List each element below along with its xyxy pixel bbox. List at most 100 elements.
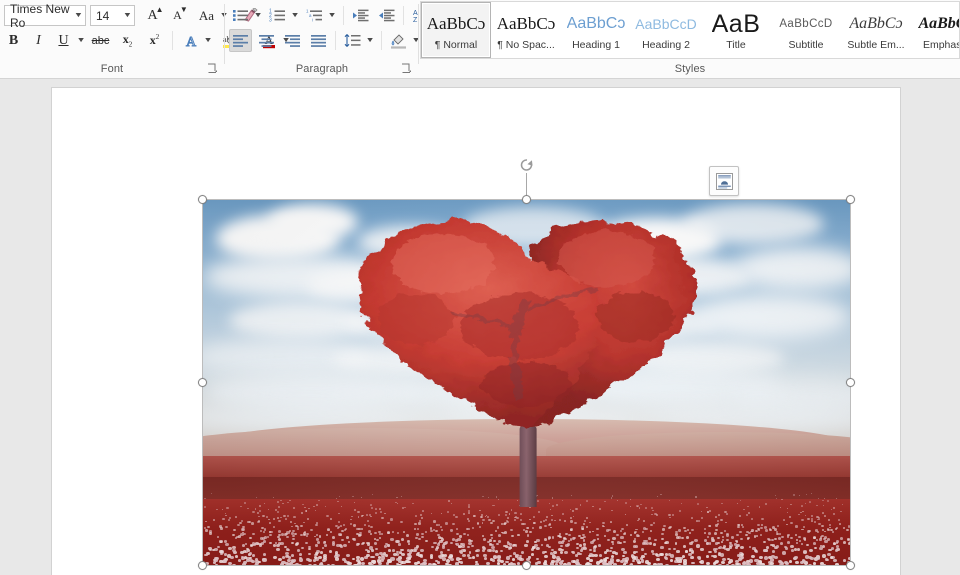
heart-tree-image[interactable] bbox=[203, 200, 850, 565]
style-preview: AaBbCɔ bbox=[918, 15, 959, 32]
heart-tree-canopy bbox=[352, 211, 701, 437]
justify-icon bbox=[311, 35, 326, 47]
strikethrough-button[interactable]: abc bbox=[89, 29, 112, 52]
resize-handle-middle-left[interactable] bbox=[198, 377, 207, 387]
center-button[interactable] bbox=[255, 29, 278, 52]
style-item-emphasis[interactable]: AaBbCɔ Emphasis bbox=[911, 2, 959, 58]
styles-group-label: Styles bbox=[674, 63, 706, 75]
multilevel-list-icon: 1 a i bbox=[306, 9, 322, 22]
style-preview: AaBbCɔ bbox=[849, 15, 903, 32]
ribbon: Times New Ro ▼ 14 ▼ A▲ A▼ Aa ▼ bbox=[0, 0, 960, 79]
bold-icon: B bbox=[8, 32, 19, 48]
style-label: Heading 1 bbox=[572, 39, 620, 51]
font-name-combo[interactable]: Times New Ro ▼ bbox=[4, 2, 86, 30]
selected-picture-container[interactable] bbox=[198, 159, 855, 570]
style-item-title[interactable]: AaB Title bbox=[701, 2, 771, 58]
resize-handle-bottom-center[interactable] bbox=[521, 561, 531, 570]
style-preview: AaB bbox=[711, 9, 761, 38]
document-page[interactable] bbox=[52, 88, 900, 575]
svg-text:A: A bbox=[413, 10, 418, 17]
bullets-button[interactable] bbox=[229, 4, 252, 27]
change-case-button[interactable]: Aa bbox=[195, 4, 218, 27]
bullets-icon bbox=[233, 10, 248, 21]
style-item-no-spacing[interactable]: AaBbCɔ ¶ No Spac... bbox=[491, 2, 561, 58]
font-dialog-launcher[interactable] bbox=[207, 63, 218, 74]
font-group-label: Font bbox=[100, 63, 124, 75]
underline-caret[interactable]: ▼ bbox=[73, 29, 89, 52]
chevron-down-icon: ▼ bbox=[122, 12, 133, 19]
multilevel-list-button[interactable]: 1 a i bbox=[303, 4, 326, 27]
paragraph-dialog-launcher[interactable] bbox=[401, 63, 412, 74]
style-label: Heading 2 bbox=[642, 39, 690, 51]
text-effects-caret[interactable]: ▼ bbox=[200, 29, 216, 52]
ribbon-group-font: Times New Ro ▼ 14 ▼ A▲ A▼ Aa ▼ bbox=[0, 0, 291, 78]
style-label: ¶ Normal bbox=[434, 39, 478, 51]
resize-handle-top-left[interactable] bbox=[198, 195, 207, 204]
svg-text:A: A bbox=[185, 35, 196, 48]
resize-handle-top-center[interactable] bbox=[521, 195, 531, 204]
resize-handle-top-right[interactable] bbox=[846, 195, 855, 204]
multilevel-list-caret[interactable]: ▼ bbox=[324, 4, 340, 27]
align-left-icon bbox=[233, 35, 248, 47]
document-canvas[interactable] bbox=[0, 79, 960, 575]
resize-handle-middle-right[interactable] bbox=[846, 377, 855, 387]
numbering-caret[interactable]: ▼ bbox=[287, 4, 303, 27]
decrease-indent-button[interactable] bbox=[349, 4, 372, 27]
underline-button[interactable]: U bbox=[52, 29, 75, 52]
bullets-caret[interactable]: ▼ bbox=[250, 4, 266, 27]
align-left-button[interactable] bbox=[229, 29, 252, 52]
style-label: Title bbox=[726, 39, 746, 51]
style-item-subtitle[interactable]: AaBbCcD Subtitle bbox=[771, 2, 841, 58]
word-document-window: Times New Ro ▼ 14 ▼ A▲ A▼ Aa ▼ bbox=[0, 0, 960, 575]
style-label: Subtle Em... bbox=[847, 39, 905, 51]
grow-font-icon: A ▲ bbox=[147, 4, 164, 23]
decrease-indent-icon bbox=[353, 9, 369, 22]
svg-text:3: 3 bbox=[269, 17, 272, 23]
chevron-down-icon: ▼ bbox=[73, 12, 84, 19]
superscript-button[interactable]: x2 bbox=[143, 29, 166, 52]
font-size-value: 14 bbox=[96, 8, 110, 23]
shrink-font-button[interactable]: A ▼ bbox=[166, 4, 189, 27]
layout-options-icon bbox=[715, 172, 733, 190]
align-right-icon bbox=[285, 35, 300, 47]
paragraph-group-label: Paragraph bbox=[295, 63, 349, 75]
subscript-button[interactable]: x2 bbox=[116, 29, 139, 52]
superscript-icon: x2 bbox=[149, 33, 160, 47]
bold-button[interactable]: B bbox=[2, 29, 25, 52]
text-effects-icon: A bbox=[185, 35, 197, 49]
italic-button[interactable]: I bbox=[27, 29, 50, 52]
style-label: Subtitle bbox=[788, 39, 824, 51]
style-item-subtle-emphasis[interactable]: AaBbCɔ Subtle Em... bbox=[841, 2, 911, 58]
resize-handle-bottom-right[interactable] bbox=[846, 561, 855, 570]
align-right-button[interactable] bbox=[281, 29, 304, 52]
change-case-icon: Aa bbox=[198, 8, 215, 23]
line-spacing-caret[interactable]: ▼ bbox=[362, 29, 378, 52]
style-preview: AaBbCcD bbox=[635, 16, 697, 32]
style-item-heading-1[interactable]: AaBbCɔ Heading 1 bbox=[561, 2, 631, 58]
resize-handle-bottom-left[interactable] bbox=[198, 561, 207, 570]
styles-gallery[interactable]: AaBbCɔ ¶ Normal AaBbCɔ ¶ No Spac... AaBb… bbox=[420, 1, 960, 59]
font-size-combo[interactable]: 14 ▼ bbox=[90, 5, 135, 26]
style-preview: AaBbCɔ bbox=[426, 14, 486, 33]
center-icon bbox=[259, 35, 274, 47]
grow-font-button[interactable]: A ▲ bbox=[141, 4, 164, 27]
shading-button[interactable] bbox=[387, 29, 410, 52]
justify-button[interactable] bbox=[307, 29, 330, 52]
numbering-button[interactable]: 1 2 3 bbox=[266, 4, 289, 27]
style-preview: AaBbCcD bbox=[779, 18, 833, 30]
style-item-heading-2[interactable]: AaBbCcD Heading 2 bbox=[631, 2, 701, 58]
svg-text:i: i bbox=[312, 17, 313, 22]
style-preview: AaBbCɔ bbox=[496, 14, 556, 33]
style-label: Emphasis bbox=[922, 39, 959, 51]
increase-indent-button[interactable] bbox=[375, 4, 398, 27]
style-label: ¶ No Spac... bbox=[497, 39, 555, 51]
heart-canopy-shape bbox=[358, 220, 695, 431]
ribbon-group-styles: AaBbCɔ ¶ Normal AaBbCɔ ¶ No Spac... AaBb… bbox=[420, 0, 960, 78]
style-item-normal[interactable]: AaBbCɔ ¶ Normal bbox=[421, 2, 491, 58]
line-spacing-button[interactable] bbox=[341, 29, 364, 52]
text-effects-button[interactable]: A bbox=[179, 29, 202, 52]
rotate-handle[interactable] bbox=[518, 156, 536, 174]
underline-icon: U bbox=[58, 32, 69, 48]
line-spacing-icon bbox=[344, 34, 361, 47]
layout-options-button[interactable] bbox=[709, 166, 739, 196]
